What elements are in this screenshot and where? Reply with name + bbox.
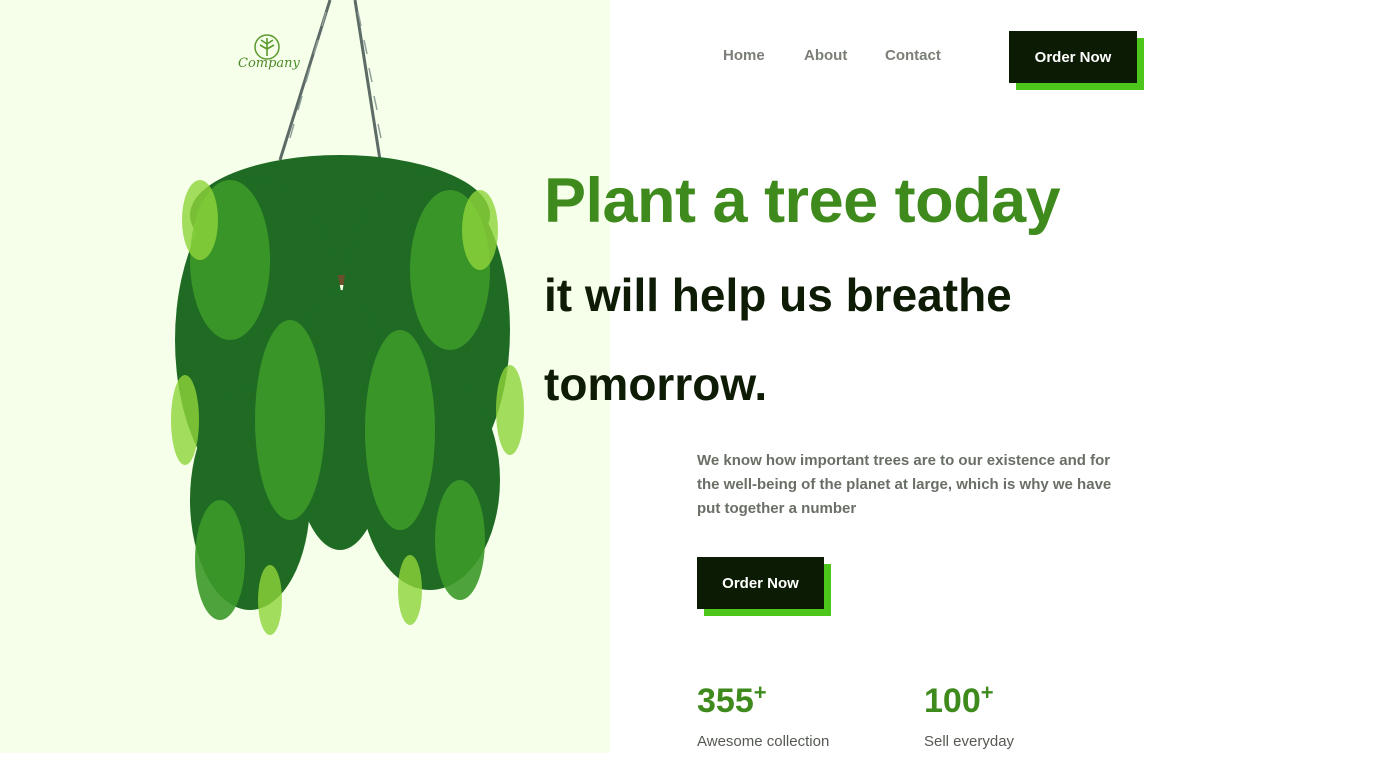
stat-collection-suffix: + [753, 680, 767, 705]
hero-order-now-button[interactable]: Order Now [697, 557, 831, 616]
logo-text: Company [238, 56, 300, 71]
stat-sales-number: 100 [924, 682, 981, 720]
stat-sales-suffix: + [980, 680, 994, 705]
hero-subtitle-line2: tomorrow. [544, 358, 768, 410]
header-order-now-button[interactable]: Order Now [1009, 31, 1144, 90]
stat-sales-label: Sell everyday [924, 733, 1015, 750]
stat-sales-value: 100+ [924, 680, 994, 721]
hero-title: Plant a tree today [544, 166, 1061, 236]
nav-link-home[interactable]: Home [723, 47, 765, 64]
hero-subtitle-line1: it will help us breathe [544, 269, 1012, 321]
nav-link-about[interactable]: About [804, 47, 847, 64]
hero-order-now-label: Order Now [722, 574, 799, 592]
hero-description: We know how important trees are to our e… [697, 452, 1112, 517]
nav-link-contact[interactable]: Contact [885, 47, 941, 64]
company-logo[interactable]: Company [238, 34, 300, 80]
hanging-plant-image [171, 0, 524, 635]
stat-collection-label: Awesome collection [697, 733, 830, 750]
stat-collection-value: 355+ [697, 680, 767, 721]
stat-collection-number: 355 [697, 682, 754, 720]
header-order-now-label: Order Now [1034, 48, 1112, 66]
